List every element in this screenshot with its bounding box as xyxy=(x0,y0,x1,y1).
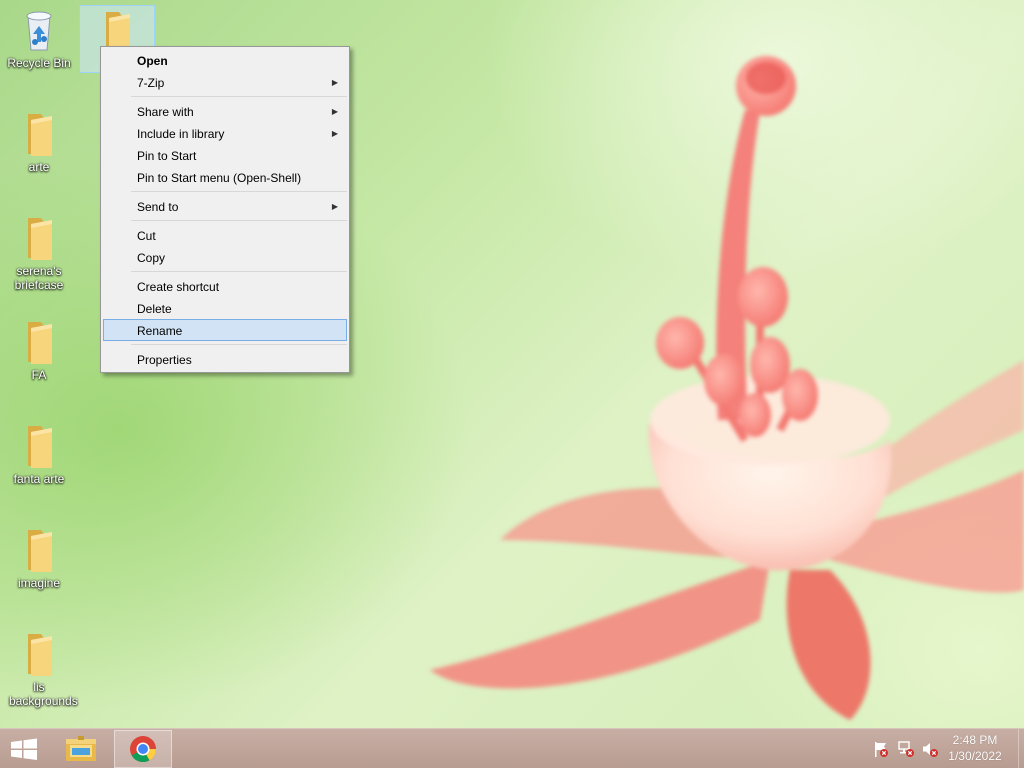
folder-icon xyxy=(28,114,52,156)
chrome-icon xyxy=(130,736,157,763)
desktop-icon-label: imagine xyxy=(17,576,61,590)
desktop-icon-label: arte xyxy=(28,160,50,174)
desktop-icon-arte[interactable]: arte xyxy=(1,110,77,174)
submenu-arrow-icon: ▶ xyxy=(331,107,338,116)
menu-item-copy[interactable]: Copy xyxy=(103,246,347,268)
desktop-icon-lis-backgrounds[interactable]: lis backgrounds xyxy=(1,630,78,708)
desktop-icon-label: lis backgrounds xyxy=(9,680,78,708)
menu-separator xyxy=(131,220,347,221)
menu-item-label: Include in library xyxy=(137,127,225,141)
menu-item-label: Send to xyxy=(137,200,179,214)
menu-item-properties[interactable]: Properties xyxy=(103,348,347,370)
menu-item-label: Copy xyxy=(137,251,166,265)
menu-separator xyxy=(131,271,347,272)
menu-item-delete[interactable]: Delete xyxy=(103,297,347,319)
menu-item-7zip[interactable]: 7-Zip ▶ xyxy=(103,71,347,93)
menu-separator xyxy=(131,344,347,345)
desktop-icon-serenas-briefcase[interactable]: serena's briefcase xyxy=(1,214,77,292)
file-explorer-button[interactable] xyxy=(58,730,104,768)
desktop-icon-fa[interactable]: FA xyxy=(1,318,77,382)
desktop-icon-fanta-arte[interactable]: fanta arte xyxy=(1,422,77,486)
folder-icon xyxy=(28,530,52,572)
menu-item-label: Pin to Start xyxy=(137,149,197,163)
submenu-arrow-icon: ▶ xyxy=(331,202,338,211)
menu-item-include-in-library[interactable]: Include in library ▶ xyxy=(103,122,347,144)
desktop-icon-label: serena's briefcase xyxy=(14,264,64,292)
folder-icon xyxy=(28,634,52,676)
menu-item-rename[interactable]: Rename xyxy=(103,319,347,341)
file-explorer-icon xyxy=(66,736,96,761)
menu-item-label: Properties xyxy=(137,353,192,367)
menu-item-label: Cut xyxy=(137,229,156,243)
folder-icon xyxy=(28,426,52,468)
action-center-flag-icon[interactable] xyxy=(872,740,890,758)
menu-item-label: Delete xyxy=(137,302,172,316)
taskbar: 2:48 PM 1/30/2022 xyxy=(0,728,1024,768)
menu-item-share-with[interactable]: Share with ▶ xyxy=(103,100,347,122)
menu-separator xyxy=(131,96,347,97)
menu-item-pin-to-start[interactable]: Pin to Start xyxy=(103,144,347,166)
folder-icon xyxy=(28,322,52,364)
menu-item-create-shortcut[interactable]: Create shortcut xyxy=(103,275,347,297)
menu-item-label: Pin to Start menu (Open-Shell) xyxy=(137,171,302,185)
submenu-arrow-icon: ▶ xyxy=(331,129,338,138)
windows-logo-icon xyxy=(11,738,37,760)
menu-item-label: Open xyxy=(137,54,168,68)
menu-item-label: 7-Zip xyxy=(137,76,165,90)
start-button[interactable] xyxy=(0,730,48,768)
desktop-icon-label: FA xyxy=(31,368,47,382)
clock-time: 2:48 PM xyxy=(952,733,998,747)
menu-item-send-to[interactable]: Send to ▶ xyxy=(103,195,347,217)
submenu-arrow-icon: ▶ xyxy=(331,78,338,87)
chrome-button[interactable] xyxy=(114,730,172,768)
menu-item-open[interactable]: Open xyxy=(103,49,347,71)
volume-muted-icon[interactable] xyxy=(921,740,939,758)
desktop-icon-label: Recycle Bin xyxy=(7,56,71,70)
menu-item-label: Share with xyxy=(137,105,194,119)
menu-item-cut[interactable]: Cut xyxy=(103,224,347,246)
context-menu: Open 7-Zip ▶ Share with ▶ Include in lib… xyxy=(100,46,350,373)
recycle-bin-icon xyxy=(26,11,52,51)
desktop-icon-label: fanta arte xyxy=(13,472,65,486)
clock-date: 1/30/2022 xyxy=(948,749,1002,763)
folder-icon xyxy=(28,218,52,260)
menu-item-label: Rename xyxy=(137,324,183,338)
menu-item-pin-to-start-menu-open-shell[interactable]: Pin to Start menu (Open-Shell) xyxy=(103,166,347,188)
menu-item-label: Create shortcut xyxy=(137,280,220,294)
desktop-icon-imagine[interactable]: imagine xyxy=(1,526,77,590)
clock[interactable]: 2:48 PM 1/30/2022 xyxy=(940,732,1010,764)
show-desktop-button[interactable] xyxy=(1018,729,1024,768)
desktop-icon-recycle-bin[interactable]: Recycle Bin xyxy=(1,6,77,76)
desktop[interactable]: Recycle Bin arte serena's briefcase FA f… xyxy=(0,0,1024,728)
menu-separator xyxy=(131,191,347,192)
network-icon[interactable] xyxy=(897,740,915,758)
